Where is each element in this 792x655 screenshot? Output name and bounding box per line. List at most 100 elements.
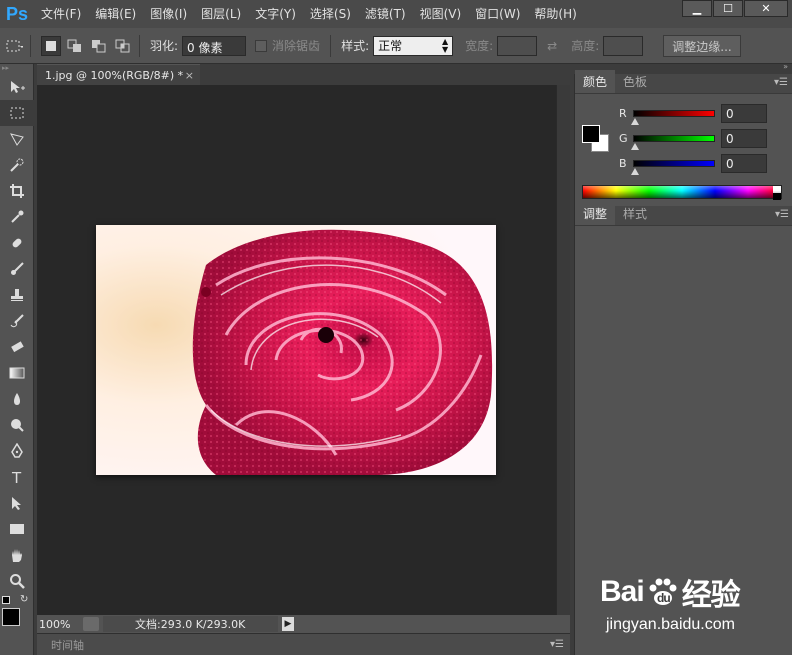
svg-text:T: T	[11, 469, 22, 485]
black-white-ramp[interactable]	[773, 186, 781, 200]
menu-type[interactable]: 文字(Y)	[248, 0, 303, 28]
green-slider[interactable]	[631, 135, 715, 150]
hand-icon[interactable]	[0, 542, 34, 568]
feather-input[interactable]: 0 像素	[182, 35, 247, 56]
marquee-preset-icon[interactable]	[4, 36, 24, 56]
tab-swatches[interactable]: 色板	[615, 70, 655, 93]
antialias-checkbox[interactable]	[254, 36, 268, 56]
style-value: 正常	[378, 39, 403, 53]
toolbar-grip[interactable]: ▸▸	[0, 64, 33, 74]
menu-window[interactable]: 窗口(W)	[468, 0, 527, 28]
canvas-workspace[interactable]	[37, 85, 556, 615]
status-info-icon[interactable]	[83, 617, 99, 631]
height-input[interactable]	[603, 35, 644, 56]
menu-image[interactable]: 图像(I)	[143, 0, 194, 28]
lasso-icon[interactable]	[0, 126, 34, 152]
antialias-label: 消除锯齿	[272, 39, 321, 53]
type-icon[interactable]: T	[0, 464, 34, 490]
divider	[330, 34, 332, 57]
right-panels: 颜色 色板 ▾☰ R 0 G 0 B 0 调整 样式 ▾☰	[574, 70, 792, 655]
menu-view[interactable]: 视图(V)	[413, 0, 469, 28]
watermark-logo: Bai du 经验	[600, 570, 780, 614]
dodge-icon[interactable]	[0, 412, 34, 438]
status-bar: 100% 文档:293.0 K/293.0K ▶	[37, 615, 570, 633]
blue-slider[interactable]	[631, 160, 715, 175]
document-size: 文档:293.0 K/293.0K	[103, 616, 278, 632]
blue-slider-row: B 0	[619, 154, 767, 175]
menu-edit[interactable]: 编辑(E)	[88, 0, 143, 28]
blue-slider-thumb[interactable]	[631, 168, 639, 175]
blur-icon[interactable]	[0, 386, 34, 412]
status-menu-arrow-icon[interactable]: ▶	[282, 617, 294, 631]
marquee-icon[interactable]	[0, 100, 34, 126]
red-slider[interactable]	[631, 110, 715, 125]
watermark-text-left: Bai	[600, 575, 645, 608]
document-tab[interactable]: 1.jpg @ 100%(RGB/8#) * ×	[37, 64, 200, 85]
menu-select[interactable]: 选择(S)	[303, 0, 358, 28]
vertical-scrollbar[interactable]	[556, 85, 570, 615]
foreground-color-swatch[interactable]	[582, 125, 600, 143]
green-slider-thumb[interactable]	[631, 143, 639, 150]
menu-file[interactable]: 文件(F)	[34, 0, 88, 28]
gradient-icon[interactable]	[0, 360, 34, 386]
document-image	[96, 225, 496, 475]
style-label: 样式:	[341, 39, 370, 53]
eyedropper-icon[interactable]	[0, 204, 34, 230]
blue-value-input[interactable]: 0	[721, 154, 767, 173]
timeline-panel: 时间轴 ▾☰	[37, 633, 570, 655]
style-select[interactable]: 正常 ▲ ▼	[373, 35, 454, 56]
color-swatches[interactable]: ↻	[0, 594, 33, 634]
path-select-icon[interactable]	[0, 490, 34, 516]
panel-menu-icon[interactable]: ▾☰	[550, 639, 564, 650]
red-value-input[interactable]: 0	[721, 104, 767, 123]
minimize-button[interactable]: ▁	[682, 0, 712, 17]
brush-icon[interactable]	[0, 256, 34, 282]
panel-menu-icon[interactable]: ▾☰	[774, 77, 788, 88]
green-value-input[interactable]: 0	[721, 129, 767, 148]
shape-icon[interactable]	[0, 516, 34, 542]
color-panel-tabs: 颜色 色板 ▾☰	[575, 70, 792, 94]
stamp-icon[interactable]	[0, 282, 34, 308]
updown-icon: ▲ ▼	[441, 36, 449, 54]
swap-icon[interactable]: ⇄	[547, 39, 557, 53]
collapse-icon[interactable]: »	[783, 62, 788, 71]
tab-adjustments[interactable]: 调整	[575, 202, 616, 225]
green-slider-row: G 0	[619, 129, 767, 150]
divider	[30, 34, 31, 57]
healing-icon[interactable]	[0, 230, 34, 256]
quick-select-icon[interactable]	[0, 152, 34, 178]
zoom-level[interactable]: 100%	[37, 618, 83, 631]
width-input[interactable]	[497, 35, 538, 56]
eraser-icon[interactable]	[0, 334, 34, 360]
paw-icon: du	[646, 577, 680, 607]
document-tab-title: 1.jpg @ 100%(RGB/8#) *	[45, 68, 184, 82]
move-icon[interactable]	[0, 74, 34, 100]
svg-text:du: du	[657, 591, 670, 605]
tab-styles[interactable]: 样式	[615, 202, 655, 225]
add-selection-icon[interactable]	[65, 36, 85, 56]
swap-colors-icon[interactable]: ↻	[20, 594, 28, 605]
red-slider-thumb[interactable]	[631, 118, 639, 125]
refine-edge-button[interactable]: 调整边缘...	[663, 34, 741, 57]
red-slider-row: R 0	[619, 104, 767, 125]
intersect-selection-icon[interactable]	[113, 36, 133, 56]
subtract-selection-icon[interactable]	[89, 36, 109, 56]
tab-color[interactable]: 颜色	[575, 70, 616, 93]
foreground-swatch[interactable]	[2, 608, 20, 626]
maximize-button[interactable]: ☐	[713, 0, 743, 17]
timeline-tab[interactable]: 时间轴	[51, 637, 84, 653]
close-button[interactable]: ✕	[744, 0, 788, 17]
panel-menu-icon[interactable]: ▾☰	[775, 209, 789, 220]
options-bar: 羽化: 0 像素 消除锯齿 样式: 正常 ▲ ▼ 宽度: ⇄ 高度: 调整边缘..…	[0, 28, 792, 64]
zoom-icon[interactable]	[0, 568, 34, 594]
menu-layer[interactable]: 图层(L)	[194, 0, 248, 28]
menu-help[interactable]: 帮助(H)	[527, 0, 583, 28]
pen-icon[interactable]	[0, 438, 34, 464]
new-selection-icon[interactable]	[41, 35, 61, 56]
menu-filter[interactable]: 滤镜(T)	[358, 0, 413, 28]
color-spectrum-bar[interactable]	[582, 185, 782, 200]
history-brush-icon[interactable]	[0, 308, 34, 334]
default-colors-icon[interactable]	[2, 596, 10, 604]
crop-icon[interactable]	[0, 178, 34, 204]
close-tab-icon[interactable]: ×	[185, 69, 194, 82]
